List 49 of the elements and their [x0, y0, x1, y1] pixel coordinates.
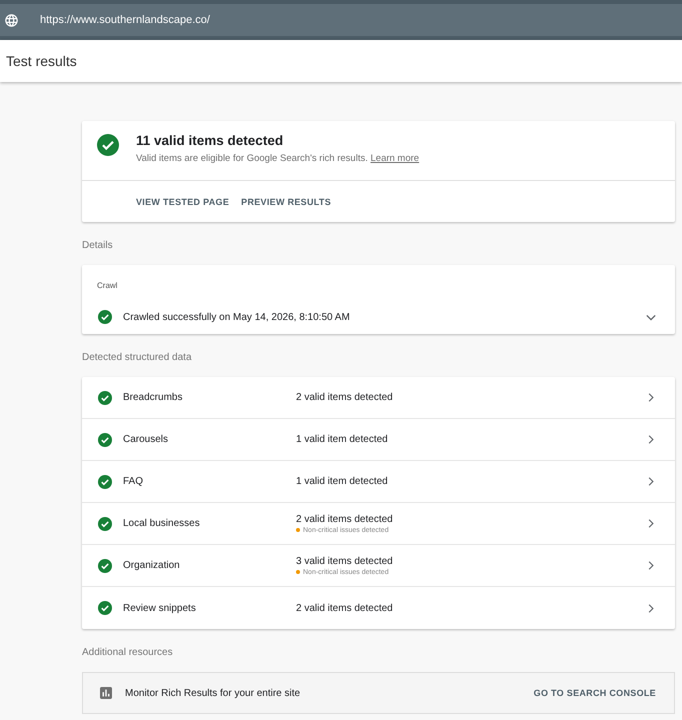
item-result: 3 valid items detected — [296, 556, 393, 566]
chevron-right-icon — [648, 519, 654, 528]
chevron-right-icon — [648, 393, 654, 402]
warning-dot-icon — [296, 570, 300, 574]
structured-data-row[interactable]: Review snippets 2 valid items detected — [82, 587, 675, 629]
resource-text: Monitor Rich Results for your entire site — [125, 688, 300, 698]
globe-icon — [4, 12, 19, 28]
chevron-right-icon — [648, 435, 654, 444]
item-result: 2 valid items detected — [296, 392, 393, 403]
item-result: 2 valid items detected — [296, 602, 393, 614]
section-heading: Detected structured data — [82, 351, 193, 365]
chevron-right-icon — [648, 477, 654, 486]
item-type-name: Organization — [123, 560, 181, 571]
check-circle-icon — [98, 390, 112, 404]
item-result: 2 valid items detected — [296, 514, 393, 524]
check-circle-icon — [98, 310, 112, 324]
action-button[interactable]: VIEW TESTED PAGE — [130, 190, 236, 212]
crawl-label: Crawl — [97, 281, 118, 291]
section-heading: Additional resources — [82, 646, 174, 660]
expand-chevron-icon[interactable] — [646, 314, 656, 320]
learn-more-link[interactable]: Learn more — [370, 153, 420, 164]
check-circle-icon — [98, 516, 112, 530]
url-text: https://www.southernlandscape.co/ — [40, 14, 210, 26]
item-result: 1 valid item detected — [296, 476, 388, 487]
search-console-button[interactable]: GO TO SEARCH CONSOLE — [528, 682, 662, 704]
item-type-name: Local businesses — [123, 518, 201, 529]
check-circle-icon — [98, 558, 112, 572]
check-circle-icon — [97, 134, 119, 156]
item-result: 1 valid item detected — [296, 434, 388, 445]
summary-title: 11 valid items detected — [136, 133, 284, 148]
item-type-name: FAQ — [123, 476, 144, 487]
structured-data-row[interactable]: Carousels 1 valid item detected — [82, 419, 675, 461]
item-type-name: Breadcrumbs — [123, 392, 184, 403]
check-circle-icon — [98, 432, 112, 446]
item-type-name: Review snippets — [123, 602, 197, 614]
chevron-right-icon — [648, 604, 654, 612]
structured-data-row[interactable]: Breadcrumbs 2 valid items detected — [82, 377, 675, 419]
check-circle-icon — [98, 474, 112, 488]
chevron-right-icon — [648, 561, 654, 570]
warning-dot-icon — [296, 528, 300, 532]
item-type-name: Carousels — [123, 434, 170, 445]
summary-description: Valid items are eligible for Google Search's rich results. Learn more — [136, 153, 420, 164]
page-title: Test results — [6, 53, 77, 69]
action-button[interactable]: PREVIEW RESULTS — [235, 190, 337, 212]
check-circle-icon — [98, 601, 112, 615]
crawl-status: Crawled successfully on May 14, 2026, 8:10:50 AM — [123, 312, 350, 322]
bar-chart-icon — [100, 687, 112, 699]
section-heading: Details — [82, 239, 114, 253]
structured-data-row[interactable]: FAQ 1 valid item detected — [82, 461, 675, 503]
